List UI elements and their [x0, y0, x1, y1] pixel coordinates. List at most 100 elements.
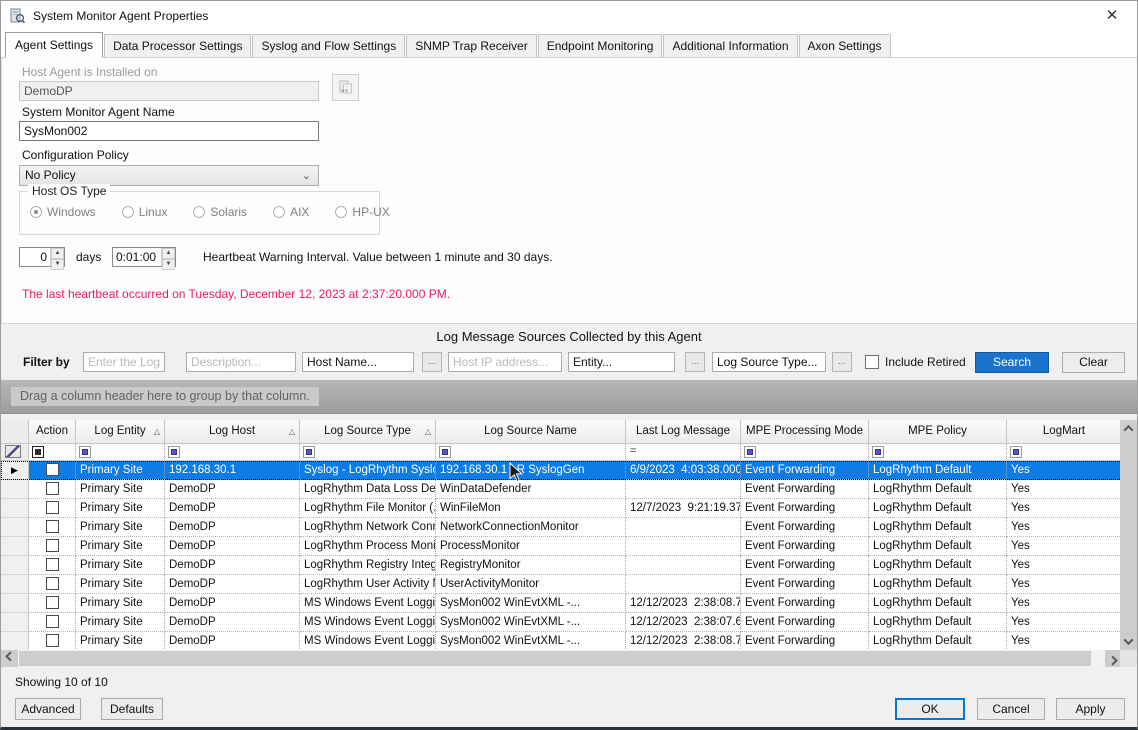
host-name-filter-input[interactable]: [302, 352, 414, 372]
tab-data-processor-settings[interactable]: Data Processor Settings: [104, 34, 251, 57]
table-row[interactable]: Primary SiteDemoDPMS Windows Event Loggi…: [1, 632, 1122, 651]
search-button[interactable]: Search: [975, 352, 1049, 373]
horizontal-scrollbar[interactable]: [1, 650, 1122, 667]
log-source-filter-input[interactable]: [83, 352, 165, 372]
tab-agent-settings[interactable]: Agent Settings: [5, 32, 103, 58]
select-all-cell[interactable]: [1, 444, 29, 461]
column-filter-log-source-type[interactable]: [300, 444, 436, 461]
row-checkbox[interactable]: [46, 482, 59, 495]
ok-button[interactable]: OK: [895, 698, 965, 720]
action-cell[interactable]: [29, 537, 76, 556]
radio-windows[interactable]: Windows: [30, 205, 96, 219]
clear-button[interactable]: Clear: [1062, 352, 1125, 373]
cell-log-source-type: Syslog - LogRhythm Syslo...: [300, 461, 436, 480]
row-checkbox[interactable]: [46, 596, 59, 609]
scroll-up-icon[interactable]: [1120, 420, 1137, 437]
action-cell[interactable]: [29, 518, 76, 537]
column-filter-logmart[interactable]: [1007, 444, 1122, 461]
table-row[interactable]: Primary SiteDemoDPLogRhythm Data Loss De…: [1, 480, 1122, 499]
radio-solaris[interactable]: Solaris: [193, 205, 247, 219]
action-cell[interactable]: [29, 575, 76, 594]
entity-filter-input[interactable]: [568, 352, 675, 372]
table-row[interactable]: Primary SiteDemoDPLogRhythm File Monitor…: [1, 499, 1122, 518]
sort-ascending-icon[interactable]: △: [425, 420, 431, 443]
row-checkbox[interactable]: [46, 558, 59, 571]
spinner-arrows-icon[interactable]: ▲▼: [50, 248, 64, 266]
tab-additional-information[interactable]: Additional Information: [663, 34, 797, 57]
radio-aix[interactable]: AIX: [273, 205, 309, 219]
row-checkbox[interactable]: [46, 577, 59, 590]
column-filter-log-source-name[interactable]: [436, 444, 626, 461]
row-checkbox[interactable]: [46, 463, 59, 476]
table-row[interactable]: Primary SiteDemoDPLogRhythm Registry Int…: [1, 556, 1122, 575]
table-row[interactable]: Primary SiteDemoDPLogRhythm Network Conn…: [1, 518, 1122, 537]
tab-syslog-and-flow-settings[interactable]: Syslog and Flow Settings: [252, 34, 405, 57]
cancel-button[interactable]: Cancel: [977, 698, 1045, 720]
tab-axon-settings[interactable]: Axon Settings: [799, 34, 891, 57]
config-policy-select[interactable]: No Policy ⌄: [19, 165, 319, 186]
horizontal-scroll-thumb[interactable]: [19, 651, 1091, 666]
agent-name-field[interactable]: [19, 121, 319, 141]
column-filter-action[interactable]: [29, 444, 76, 461]
row-checkbox[interactable]: [46, 634, 59, 647]
vertical-scrollbar[interactable]: [1120, 420, 1137, 650]
heartbeat-interval-stepper[interactable]: 0:01:00 ▲▼: [112, 247, 176, 267]
advanced-button[interactable]: Advanced: [15, 698, 81, 720]
defaults-button[interactable]: Defaults: [101, 698, 163, 720]
action-cell[interactable]: [29, 461, 76, 480]
action-cell[interactable]: [29, 613, 76, 632]
column-header-logmart[interactable]: LogMart: [1007, 420, 1122, 444]
sort-ascending-icon[interactable]: △: [154, 420, 160, 443]
table-row[interactable]: Primary SiteDemoDPMS Windows Event Loggi…: [1, 594, 1122, 613]
scroll-down-icon[interactable]: [1120, 633, 1137, 650]
column-header-log-entity[interactable]: Log Entity△: [76, 420, 165, 444]
description-filter-input[interactable]: [186, 352, 296, 372]
action-cell[interactable]: [29, 499, 76, 518]
column-filter-last-log-message[interactable]: =: [626, 444, 741, 461]
apply-button[interactable]: Apply: [1056, 698, 1125, 720]
row-checkbox[interactable]: [46, 520, 59, 533]
log-source-type-browse-button[interactable]: ...: [832, 352, 852, 372]
table-row[interactable]: ▶Primary Site192.168.30.1Syslog - LogRhy…: [1, 461, 1122, 480]
host-os-type-label: Host OS Type: [28, 184, 110, 198]
action-cell[interactable]: [29, 594, 76, 613]
action-cell[interactable]: [29, 632, 76, 651]
radio-linux[interactable]: Linux: [122, 205, 168, 219]
heartbeat-days-stepper[interactable]: 0 ▲▼: [19, 247, 65, 267]
action-cell[interactable]: [29, 480, 76, 499]
log-source-type-filter-input[interactable]: [712, 352, 826, 372]
column-header-action[interactable]: Action: [29, 420, 76, 444]
row-checkbox[interactable]: [46, 615, 59, 628]
column-header-mpe-processing-mode[interactable]: MPE Processing Mode: [741, 420, 869, 444]
column-header-log-source-name[interactable]: Log Source Name: [436, 420, 626, 444]
column-header-last-log-message[interactable]: Last Log Message: [626, 420, 741, 444]
column-filter-mpe-processing-mode[interactable]: [741, 444, 869, 461]
table-row[interactable]: Primary SiteDemoDPMS Windows Event Loggi…: [1, 613, 1122, 632]
tab-endpoint-monitoring[interactable]: Endpoint Monitoring: [538, 34, 663, 57]
radio-hp-ux[interactable]: HP-UX: [335, 205, 389, 219]
column-header-log-host[interactable]: Log Host△: [165, 420, 300, 444]
cell-logmart: Yes: [1007, 480, 1122, 499]
host-name-browse-button[interactable]: ...: [422, 352, 442, 372]
scroll-left-icon[interactable]: [1, 650, 18, 667]
include-retired-checkbox[interactable]: [865, 355, 879, 369]
host-ip-filter-input[interactable]: [448, 352, 562, 372]
column-filter-log-host[interactable]: [165, 444, 300, 461]
row-checkbox[interactable]: [46, 501, 59, 514]
sort-ascending-icon[interactable]: △: [289, 420, 295, 443]
column-filter-log-entity[interactable]: [76, 444, 165, 461]
table-row[interactable]: Primary SiteDemoDPLogRhythm Process Moni…: [1, 537, 1122, 556]
entity-browse-button[interactable]: ...: [685, 352, 705, 372]
table-row[interactable]: Primary SiteDemoDPLogRhythm User Activit…: [1, 575, 1122, 594]
column-header-log-source-type[interactable]: Log Source Type△: [300, 420, 436, 444]
column-filter-mpe-policy[interactable]: [869, 444, 1007, 461]
group-by-bar[interactable]: Drag a column header here to group by th…: [1, 380, 1137, 414]
spinner-arrows-icon[interactable]: ▲▼: [161, 248, 175, 266]
cell-mpe-processing-mode: Event Forwarding: [741, 575, 869, 594]
action-cell[interactable]: [29, 556, 76, 575]
tab-snmp-trap-receiver[interactable]: SNMP Trap Receiver: [406, 34, 536, 57]
cell-last-log-message: 12/12/2023 2:38:07.6...: [626, 613, 741, 632]
close-icon[interactable]: ✕: [1095, 2, 1129, 30]
row-checkbox[interactable]: [46, 539, 59, 552]
column-header-mpe-policy[interactable]: MPE Policy: [869, 420, 1007, 444]
